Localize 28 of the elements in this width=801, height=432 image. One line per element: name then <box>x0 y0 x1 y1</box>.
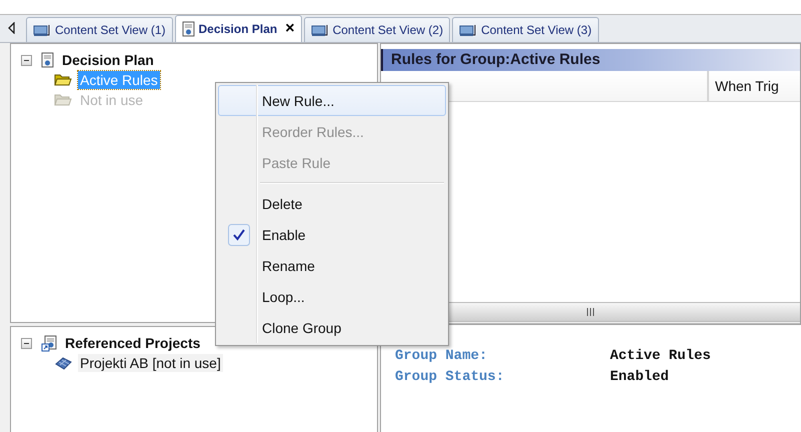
menu-item[interactable]: Clone Group <box>218 312 446 343</box>
document-icon <box>41 52 54 68</box>
tab[interactable]: Decision Plan × <box>174 15 302 42</box>
menu-item[interactable]: Loop... <box>218 281 446 312</box>
detail-value: Enabled <box>610 369 669 387</box>
tab[interactable]: Content Set View (3) <box>452 17 599 42</box>
menu-item[interactable]: New Rule... <box>218 85 446 116</box>
detail-label: Group Name: <box>395 348 488 366</box>
menu-item[interactable]: Enable <box>218 219 446 250</box>
monitor-icon <box>310 24 329 36</box>
detail-label: Group Status: <box>395 369 506 387</box>
document-icon <box>182 21 195 37</box>
scroll-left-icon[interactable] <box>8 22 16 34</box>
monitor-icon <box>459 24 478 36</box>
panel-title: Rules for Group:Active Rules <box>381 49 800 71</box>
collapse-icon[interactable] <box>21 338 32 348</box>
collapse-icon[interactable] <box>21 54 32 66</box>
tab[interactable]: Content Set View (1) <box>26 17 173 42</box>
tree-item[interactable]: Decision Plan <box>60 51 156 69</box>
tree-item[interactable]: Referenced Projects <box>63 334 202 352</box>
tab[interactable]: Content Set View (2) <box>304 17 450 42</box>
tree-item[interactable]: Projekti AB [not in use] <box>78 354 223 372</box>
detail-value: Active Rules <box>610 348 711 366</box>
menu-item[interactable]: Rename <box>218 250 446 281</box>
monitor-icon <box>33 24 51 36</box>
database-icon <box>54 356 72 370</box>
document-shortcut-icon <box>41 334 57 352</box>
menu-item[interactable]: Delete <box>218 188 446 219</box>
